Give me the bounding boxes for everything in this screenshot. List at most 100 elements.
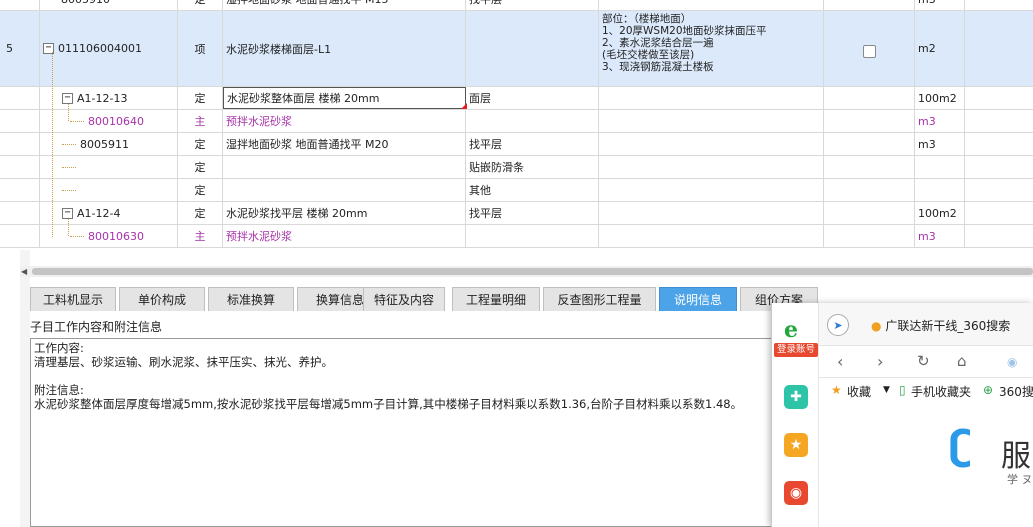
item-type: 定: [178, 202, 223, 224]
bookmarks-bar: ★ 收藏 ▼ ▯ 手机收藏夹 ⊕ 360搜: [819, 379, 1033, 401]
scrollbar-thumb[interactable]: [32, 268, 1033, 275]
item-feature: 找平层: [466, 133, 599, 155]
bookmark-favorites[interactable]: 收藏: [847, 383, 871, 400]
site-logo-icon: ʗ: [949, 423, 972, 469]
item-feature: 面层: [466, 87, 599, 109]
phone-icon: ▯: [899, 383, 906, 397]
scroll-left-icon[interactable]: ◀: [21, 267, 27, 276]
star-icon[interactable]: ★: [784, 433, 808, 457]
item-code: A1-12-4: [77, 206, 121, 220]
item-type: 定: [178, 87, 223, 109]
item-type: 定: [178, 156, 223, 178]
refresh-icon[interactable]: ↻: [917, 352, 930, 370]
panel-left-strip: [20, 250, 30, 527]
forward-icon[interactable]: ›: [877, 352, 883, 371]
tree-line: [68, 104, 69, 121]
360-icon: ⊕: [983, 383, 994, 397]
bookmark-360[interactable]: 360搜: [999, 383, 1033, 400]
collapse-icon[interactable]: −: [62, 207, 73, 219]
item-name[interactable]: 预拌水泥砂浆: [223, 110, 466, 132]
item-feature: 找平层: [466, 202, 599, 224]
item-name[interactable]: 水泥砂浆楼梯面层-L1: [223, 11, 466, 86]
star-icon: ★: [831, 383, 842, 397]
item-unit: m3: [915, 133, 965, 155]
row-number: 5: [0, 11, 40, 86]
table-row[interactable]: − A1-12-4 定 水泥砂浆找平层 楼梯 20mm 找平层 100m2: [0, 202, 1033, 225]
item-name[interactable]: [223, 156, 466, 178]
tree-line: [68, 219, 69, 236]
comment-marker-icon: [461, 103, 467, 109]
browser-navbar: ‹ › ↻ ⌂ ◉: [819, 346, 1033, 378]
browser-popup: e 登录账号 ✚ ★ ◉ ➤ ● 广联达新干线_360搜索 ‹ › ↻ ⌂ ◉: [771, 303, 1033, 527]
row-checkbox[interactable]: [862, 45, 876, 58]
app-window: 8005910 定 湿拌地面砂浆 地面普通找平 M15 找平层 m3 5 −01…: [0, 0, 1033, 527]
browser-sidebar: e 登录账号 ✚ ★ ◉: [772, 303, 819, 527]
item-code: 011106004001: [58, 42, 142, 55]
item-name[interactable]: 水泥砂浆找平层 楼梯 20mm: [223, 202, 466, 224]
item-code: A1-12-13: [77, 91, 128, 105]
chevron-down-icon[interactable]: ▼: [883, 385, 890, 395]
tree-line: [52, 52, 53, 237]
item-type: 定: [178, 179, 223, 201]
bill-grid: 8005910 定 湿拌地面砂浆 地面普通找平 M15 找平层 m3 5 −01…: [0, 0, 1033, 248]
search-icon: ●: [871, 319, 882, 333]
browser-tab[interactable]: ● 广联达新干线_360搜索: [871, 317, 1010, 334]
tab-labor-material[interactable]: 工料机显示: [30, 287, 116, 311]
item-name-editor[interactable]: 水泥砂浆整体面层 楼梯 20mm: [223, 87, 466, 109]
table-row[interactable]: 8005911 定 湿拌地面砂浆 地面普通找平 M20 找平层 m3: [0, 133, 1033, 156]
item-content: 部位：（楼梯地面） 1、20厚WSM20地面砂浆抹面压平 2、素水泥浆结合层一遍…: [599, 11, 824, 86]
collapse-icon[interactable]: −: [62, 92, 73, 104]
browser-main: ➤ ● 广联达新干线_360搜索 ‹ › ↻ ⌂ ◉ ★ 收藏 ▼ ▯ 手机收藏…: [819, 303, 1033, 527]
browser-tabbar: ➤ ● 广联达新干线_360搜索: [819, 303, 1033, 346]
item-unit: 100m2: [915, 202, 965, 224]
item-unit: [915, 156, 965, 178]
item-unit: m3: [915, 110, 965, 132]
table-row[interactable]: 80010630 主 预拌水泥砂浆 m3: [0, 225, 1033, 248]
tab-description[interactable]: 说明信息: [659, 287, 737, 311]
item-unit: 100m2: [915, 87, 965, 109]
tab-reverse-lookup[interactable]: 反查图形工程量: [543, 287, 656, 311]
site-logo-sub: 学 ヌ: [1007, 473, 1033, 486]
navigate-icon[interactable]: ➤: [827, 314, 849, 336]
item-feature: 找平层: [466, 0, 599, 10]
back-icon[interactable]: ‹: [837, 352, 843, 371]
table-row[interactable]: 80010640 主 预拌水泥砂浆 m3: [0, 110, 1033, 133]
item-name[interactable]: [223, 179, 466, 201]
browser-logo-icon: e: [784, 317, 798, 343]
item-name[interactable]: 湿拌地面砂浆 地面普通找平 M20: [223, 133, 466, 155]
tab-quantity-details[interactable]: 工程量明细: [452, 287, 540, 311]
table-row[interactable]: 定 其他: [0, 179, 1033, 202]
table-row[interactable]: 8005910 定 湿拌地面砂浆 地面普通找平 M15 找平层 m3: [0, 0, 1033, 11]
table-row-selected[interactable]: 5 −011106004001 项 水泥砂浆楼梯面层-L1 部位：（楼梯地面） …: [0, 11, 1033, 87]
address-icon[interactable]: ◉: [1007, 355, 1017, 369]
item-type: 主: [178, 110, 223, 132]
item-unit: [915, 179, 965, 201]
item-name[interactable]: 湿拌地面砂浆 地面普通找平 M15: [223, 0, 466, 10]
table-row[interactable]: 定 贴嵌防滑条: [0, 156, 1033, 179]
item-unit: m3: [915, 0, 965, 10]
table-row[interactable]: − A1-12-13 定 水泥砂浆整体面层 楼梯 20mm 面层 100m2: [0, 87, 1033, 110]
plus-app-icon[interactable]: ✚: [784, 385, 808, 409]
item-feature: 其他: [466, 179, 599, 201]
info-header: 子目工作内容和附注信息: [30, 320, 163, 334]
item-unit: m3: [915, 225, 965, 247]
item-type: 定: [178, 133, 223, 155]
item-unit: m2: [915, 11, 965, 86]
site-logo-text: 服: [1001, 439, 1031, 474]
tab-features-content[interactable]: 特征及内容: [363, 287, 445, 311]
horizontal-scrollbar[interactable]: ◀: [20, 266, 1033, 277]
item-code: 80010640: [88, 114, 144, 128]
item-type: 项: [178, 11, 223, 86]
item-type: 定: [178, 0, 223, 10]
item-feature: 贴嵌防滑条: [466, 156, 599, 178]
bookmark-mobile[interactable]: 手机收藏夹: [911, 383, 971, 400]
weibo-icon[interactable]: ◉: [784, 481, 808, 505]
login-button[interactable]: 登录账号: [774, 343, 818, 357]
item-code: 8005910: [61, 0, 110, 6]
item-type: 主: [178, 225, 223, 247]
tab-unit-price[interactable]: 单价构成: [119, 287, 205, 311]
home-icon[interactable]: ⌂: [957, 352, 967, 370]
tab-standard-conversion[interactable]: 标准换算: [208, 287, 294, 311]
item-code: 8005911: [80, 137, 129, 151]
item-name[interactable]: 预拌水泥砂浆: [223, 225, 466, 247]
